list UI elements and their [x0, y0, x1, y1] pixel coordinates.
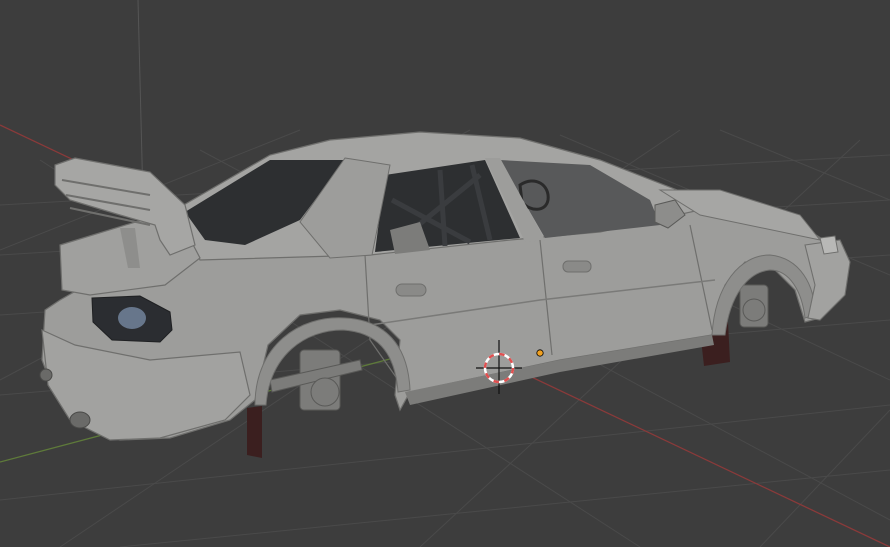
rear-mudflap [247, 406, 262, 458]
object-origin-icon[interactable] [536, 349, 544, 357]
exhaust-pipe [69, 411, 91, 429]
exhaust-pipe-left [39, 368, 53, 382]
front-suspension [739, 284, 769, 328]
3d-viewport[interactable] [0, 0, 890, 547]
car-model[interactable] [39, 131, 851, 458]
rear-door-handle [395, 283, 427, 297]
taillight-glow [118, 307, 146, 329]
front-door-handle [562, 260, 592, 273]
